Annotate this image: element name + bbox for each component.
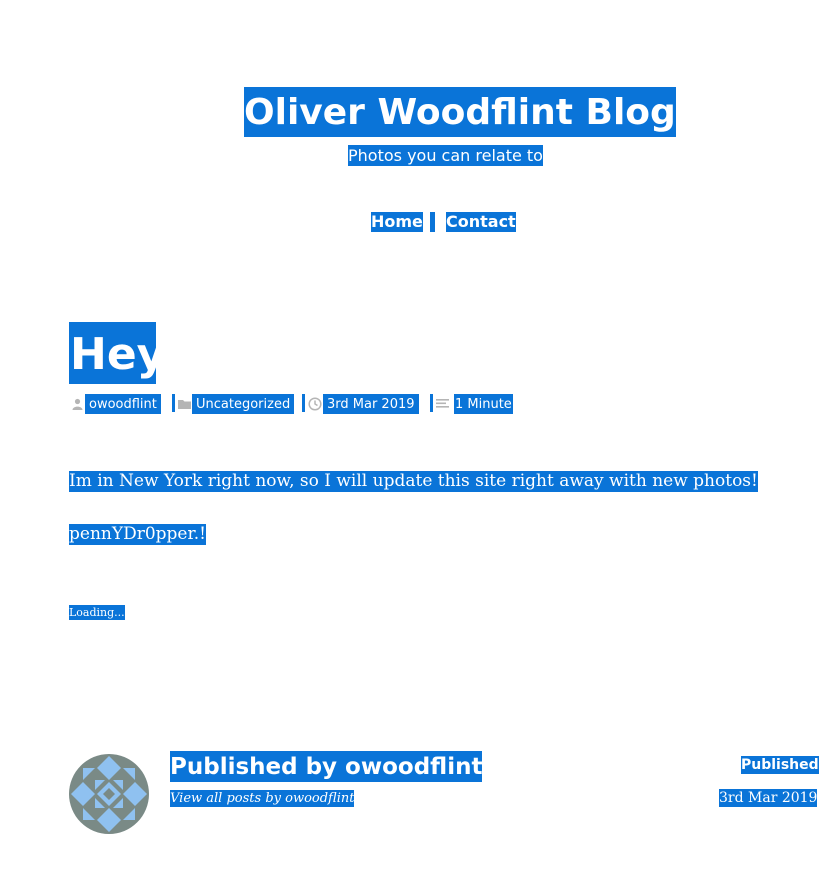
author-heading: Published by owoodflint — [170, 751, 483, 782]
meta-separator — [302, 394, 305, 412]
post-title[interactable]: Hey — [69, 322, 165, 384]
published-date-link[interactable]: 3rd Mar 2019 — [719, 789, 818, 807]
folder-icon — [178, 400, 191, 409]
site-description: Photos you can relate to — [348, 145, 543, 166]
clock-icon — [308, 397, 322, 411]
identicon-avatar — [69, 754, 149, 834]
nav-separator — [430, 212, 435, 232]
site-title-link[interactable]: Oliver Woodflint Blog — [244, 87, 676, 137]
meta-separator — [430, 394, 433, 412]
post-author-link[interactable]: owoodflint — [85, 394, 161, 414]
view-all-posts-link[interactable]: View all posts by owoodflint — [170, 790, 355, 807]
nav-contact-link[interactable]: Contact — [446, 212, 516, 232]
reading-time-icon — [436, 399, 449, 408]
loading-indicator: Loading... — [69, 605, 125, 620]
user-icon — [72, 398, 83, 410]
post-paragraph: Im in New York right now, so I will upda… — [69, 471, 758, 492]
post-date-link[interactable]: 3rd Mar 2019 — [323, 394, 419, 414]
meta-separator — [172, 394, 175, 412]
post-category-link[interactable]: Uncategorized — [192, 394, 295, 414]
nav-home-link[interactable]: Home — [371, 212, 423, 232]
published-label: Published — [741, 756, 819, 774]
post-read-time: 1 Minute — [454, 394, 513, 414]
post-paragraph: pennYDr0pper.! — [69, 524, 206, 545]
